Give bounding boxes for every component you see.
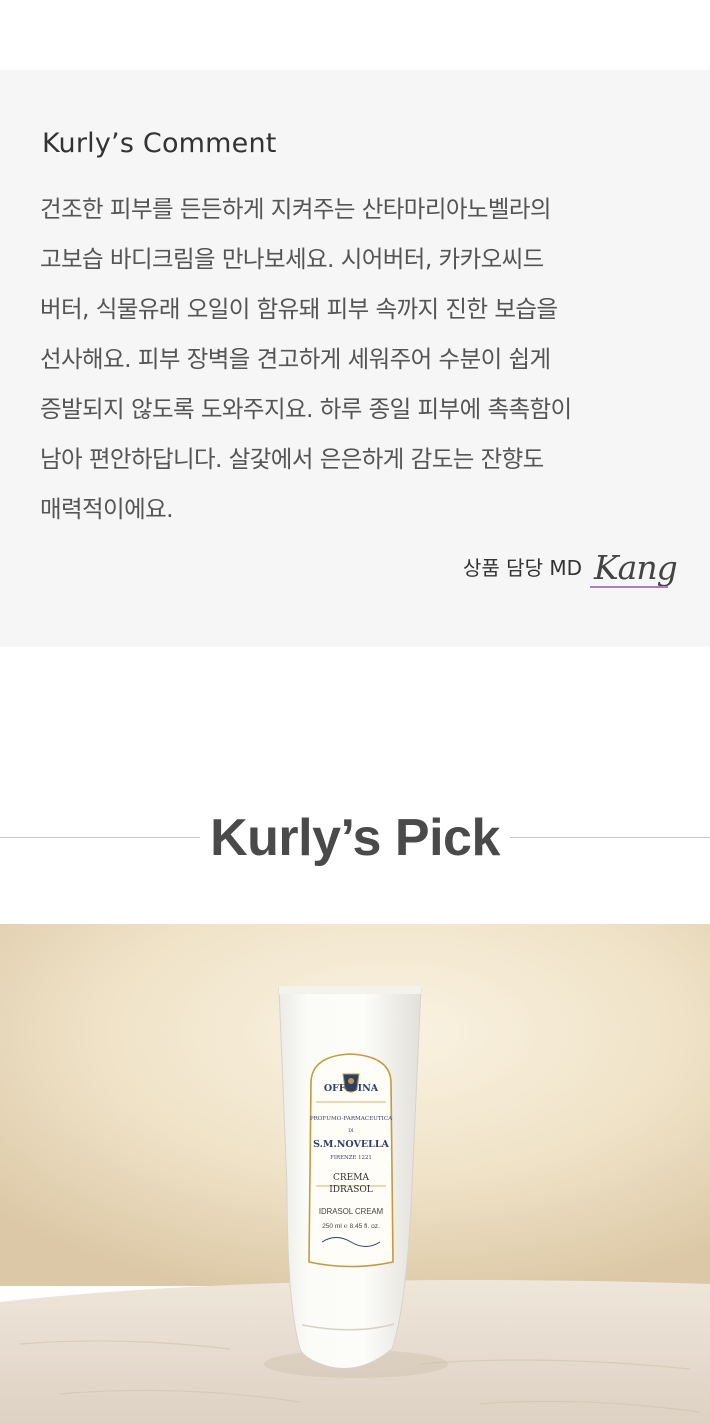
signature-label: 상품 담당 MD bbox=[463, 556, 582, 580]
product-label: OFFICINA PROFUMO-FARMACEUTICA DI S.M.NOV… bbox=[308, 1053, 394, 1268]
product-photo: OFFICINA PROFUMO-FARMACEUTICA DI S.M.NOV… bbox=[0, 924, 710, 1424]
comment-line: 매력적이에요. bbox=[40, 495, 174, 523]
comment-line: 남아 편안하답니다. 살갗에서 은은하게 감도는 잔향도 bbox=[40, 445, 544, 473]
label-brand-top: OFFICINA bbox=[324, 1083, 379, 1094]
label-product-en: IDRASOL CREAM bbox=[319, 1207, 383, 1216]
label-brand-di: DI bbox=[348, 1128, 354, 1134]
label-brand-city: FIRENZE 1221 bbox=[330, 1155, 372, 1161]
comment-line: 건조한 피부를 든든하게 지켜주는 산타마리아노벨라의 bbox=[40, 195, 552, 223]
comment-line: 버터, 식물유래 오일이 함유돼 피부 속까지 진한 보습을 bbox=[40, 295, 558, 323]
pick-header: Kurly’s Pick bbox=[0, 800, 710, 876]
md-signature: 상품 담당 MD Kang bbox=[463, 548, 678, 588]
label-brand-name: S.M.NOVELLA bbox=[313, 1139, 389, 1150]
signature-name: Kang bbox=[594, 548, 678, 587]
comment-line: 선사해요. 피부 장벽을 견고하게 세워주어 수분이 쉽게 bbox=[40, 345, 551, 373]
label-product-line2: IDRASOL bbox=[329, 1185, 373, 1195]
label-brand-arc: PROFUMO-FARMACEUTICA bbox=[310, 1116, 393, 1122]
label-product-line1: CREMA bbox=[333, 1173, 369, 1183]
label-volume: 250 ml ℮ 8.45 fl. oz. bbox=[322, 1223, 380, 1230]
comment-line: 고보습 바디크림을 만나보세요. 시어버터, 카카오씨드 bbox=[40, 245, 544, 273]
signature-name-wrap: Kang bbox=[590, 548, 678, 588]
comment-line: 증발되지 않도록 도와주지요. 하루 종일 피부에 촉촉함이 bbox=[40, 395, 572, 423]
pick-title: Kurly’s Pick bbox=[210, 809, 500, 867]
signature-underline bbox=[590, 586, 668, 588]
comment-heading: Kurly’s Comment bbox=[42, 128, 277, 159]
comment-body: 건조한 피부를 든든하게 지켜주는 산타마리아노벨라의 고보습 바디크림을 만나… bbox=[40, 188, 680, 538]
